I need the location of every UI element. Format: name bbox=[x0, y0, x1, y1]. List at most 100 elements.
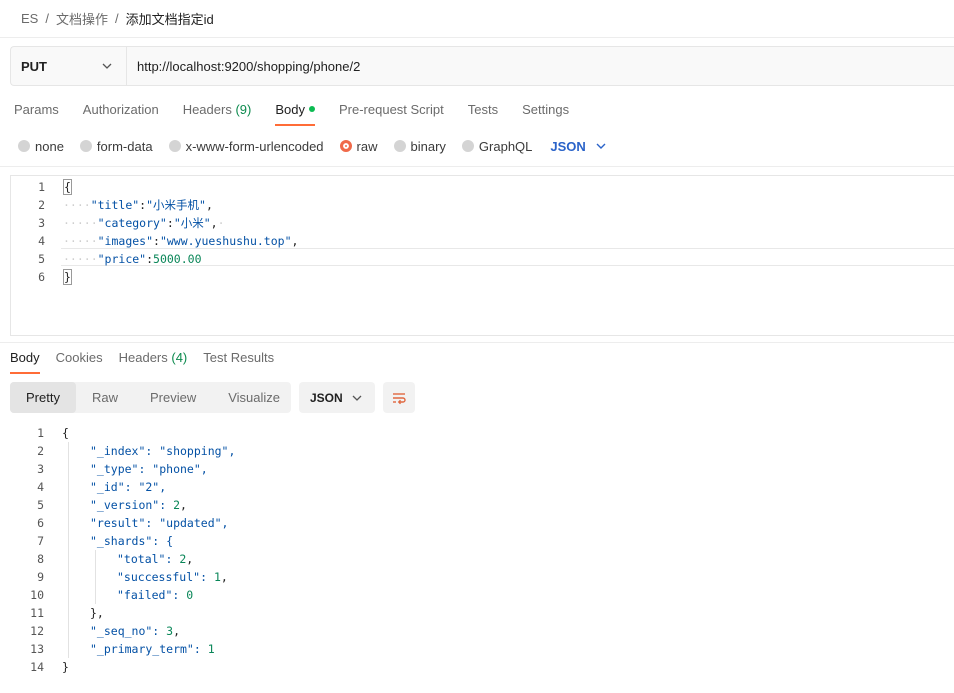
whitespace-dots: ···· bbox=[63, 198, 91, 212]
radio-circle bbox=[168, 140, 181, 152]
line-number: 13 bbox=[30, 642, 44, 656]
radio-circle bbox=[461, 140, 474, 152]
tab-headers[interactable]: Headers (9) bbox=[183, 96, 252, 126]
whitespace-dots: ····· bbox=[63, 216, 98, 230]
headers-count-badge: (4) bbox=[171, 350, 188, 365]
code-line: "failed": 0 bbox=[117, 588, 194, 602]
line-number: 1 bbox=[38, 180, 45, 194]
code-token: } bbox=[63, 269, 72, 285]
line-number: 1 bbox=[37, 426, 44, 440]
breadcrumb: ES / 文档操作 / 添加文档指定id bbox=[0, 0, 954, 38]
line-number: 7 bbox=[37, 534, 44, 548]
tab-label: Tests bbox=[467, 102, 499, 117]
radio-label: none bbox=[35, 138, 64, 154]
json-key: "price" bbox=[97, 252, 147, 266]
url-input[interactable]: http://localhost:9200/shopping/phone/2 bbox=[127, 47, 954, 85]
code-line: "_type": "phone", bbox=[90, 462, 208, 476]
code-line: "total": 2, bbox=[117, 552, 194, 566]
response-format-select[interactable]: JSON bbox=[299, 382, 375, 413]
divider bbox=[0, 166, 954, 167]
radio-label: binary bbox=[410, 138, 446, 154]
tab-pre-request-script[interactable]: Pre-request Script bbox=[339, 96, 444, 126]
code-token: { bbox=[63, 179, 72, 195]
indent-guide bbox=[95, 550, 96, 604]
breadcrumb-current-request[interactable]: 添加文档指定id bbox=[126, 9, 214, 28]
radio-circle bbox=[393, 140, 406, 152]
body-type-selector: none form-data x-www-form-urlencoded raw… bbox=[18, 136, 608, 156]
tab-test-results[interactable]: Test Results bbox=[203, 344, 274, 374]
chevron-down-icon bbox=[102, 63, 112, 69]
code-line: } bbox=[63, 268, 72, 286]
mode-visualize-button[interactable]: Visualize bbox=[212, 382, 296, 413]
line-number: 6 bbox=[38, 270, 45, 284]
mode-pretty-button[interactable]: Pretty bbox=[10, 382, 76, 413]
indent-guide bbox=[68, 442, 69, 658]
raw-format-select[interactable]: JSON bbox=[550, 139, 607, 154]
radio-none[interactable]: none bbox=[18, 139, 64, 154]
code-line: "result": "updated", bbox=[90, 516, 229, 530]
radio-label: form-data bbox=[96, 138, 153, 154]
code-line: "_index": "shopping", bbox=[90, 444, 236, 458]
tab-label: Authorization bbox=[82, 102, 159, 117]
json-value: 5000.00 bbox=[153, 252, 202, 266]
whitespace-dots: · bbox=[217, 216, 225, 230]
json-value: "小米" bbox=[173, 216, 211, 230]
line-number: 8 bbox=[37, 552, 44, 566]
response-body-viewer[interactable]: 1 2 3 4 5 6 7 8 9 10 11 12 13 14 { "_ind… bbox=[0, 424, 954, 684]
divider bbox=[0, 342, 954, 343]
method-label: PUT bbox=[21, 58, 47, 74]
wrap-lines-button[interactable] bbox=[383, 382, 415, 413]
code-line: } bbox=[62, 660, 69, 674]
tab-cookies[interactable]: Cookies bbox=[56, 344, 103, 374]
mode-preview-button[interactable]: Preview bbox=[134, 382, 212, 413]
whitespace-dots: ····· bbox=[63, 234, 98, 248]
code-line: "_version": 2, bbox=[90, 498, 187, 512]
line-number: 9 bbox=[37, 570, 44, 584]
tab-label: Params bbox=[14, 102, 59, 117]
tab-response-body[interactable]: Body bbox=[10, 344, 40, 374]
tab-params[interactable]: Params bbox=[14, 96, 59, 126]
radio-binary[interactable]: binary bbox=[393, 138, 446, 154]
code-line: }, bbox=[90, 606, 104, 620]
tab-authorization[interactable]: Authorization bbox=[83, 96, 159, 126]
line-number: 3 bbox=[37, 462, 44, 476]
code-line: "_id": "2", bbox=[90, 480, 167, 494]
tab-settings[interactable]: Settings bbox=[522, 96, 569, 126]
mode-raw-button[interactable]: Raw bbox=[76, 382, 134, 413]
tab-tests[interactable]: Tests bbox=[468, 96, 498, 126]
breadcrumb-item-folder[interactable]: 文档操作 bbox=[56, 9, 108, 28]
line-number: 2 bbox=[37, 444, 44, 458]
chevron-down-icon bbox=[596, 143, 606, 149]
radio-x-www-form-urlencoded[interactable]: x-www-form-urlencoded bbox=[168, 139, 324, 154]
radio-circle-selected bbox=[339, 140, 352, 152]
request-body-editor[interactable]: 1 2 3 4 5 6 { ····"title":"小米手机", ·····"… bbox=[10, 175, 954, 336]
response-tabs: Body Cookies Headers (4) Test Results bbox=[10, 344, 290, 374]
radio-form-data[interactable]: form-data bbox=[79, 138, 153, 154]
line-number: 11 bbox=[30, 606, 44, 620]
code-line: ·····"images":"www.yueshushu.top", bbox=[63, 232, 298, 250]
method-select[interactable]: PUT bbox=[11, 47, 127, 85]
line-number: 6 bbox=[37, 516, 44, 530]
radio-raw[interactable]: raw bbox=[339, 139, 378, 154]
json-comma: , bbox=[205, 198, 213, 212]
tab-response-headers[interactable]: Headers (4) bbox=[119, 344, 188, 374]
json-value: "www.yueshushu.top" bbox=[159, 234, 292, 248]
code-line: "_shards": { bbox=[90, 534, 174, 548]
response-view-mode: Pretty Raw Preview Visualize bbox=[10, 382, 291, 413]
breadcrumb-item-es[interactable]: ES bbox=[21, 11, 38, 26]
code-line: ·····"category":"小米",· bbox=[63, 214, 225, 232]
tab-body[interactable]: Body bbox=[275, 96, 315, 126]
line-number: 5 bbox=[37, 498, 44, 512]
tab-label: Body bbox=[275, 102, 305, 117]
code-line: ·····"price":5000.00 bbox=[63, 250, 202, 268]
json-colon: : bbox=[166, 216, 174, 230]
line-number: 2 bbox=[38, 198, 45, 212]
line-number: 12 bbox=[30, 624, 44, 638]
tab-label: Test Results bbox=[203, 350, 275, 365]
radio-graphql[interactable]: GraphQL bbox=[461, 139, 532, 154]
tab-label: Settings bbox=[522, 102, 570, 117]
request-tabs: Params Authorization Headers (9) Body Pr… bbox=[14, 96, 593, 126]
json-comma: , bbox=[210, 216, 218, 230]
line-number: 4 bbox=[37, 480, 44, 494]
whitespace-dots: ····· bbox=[63, 252, 98, 266]
